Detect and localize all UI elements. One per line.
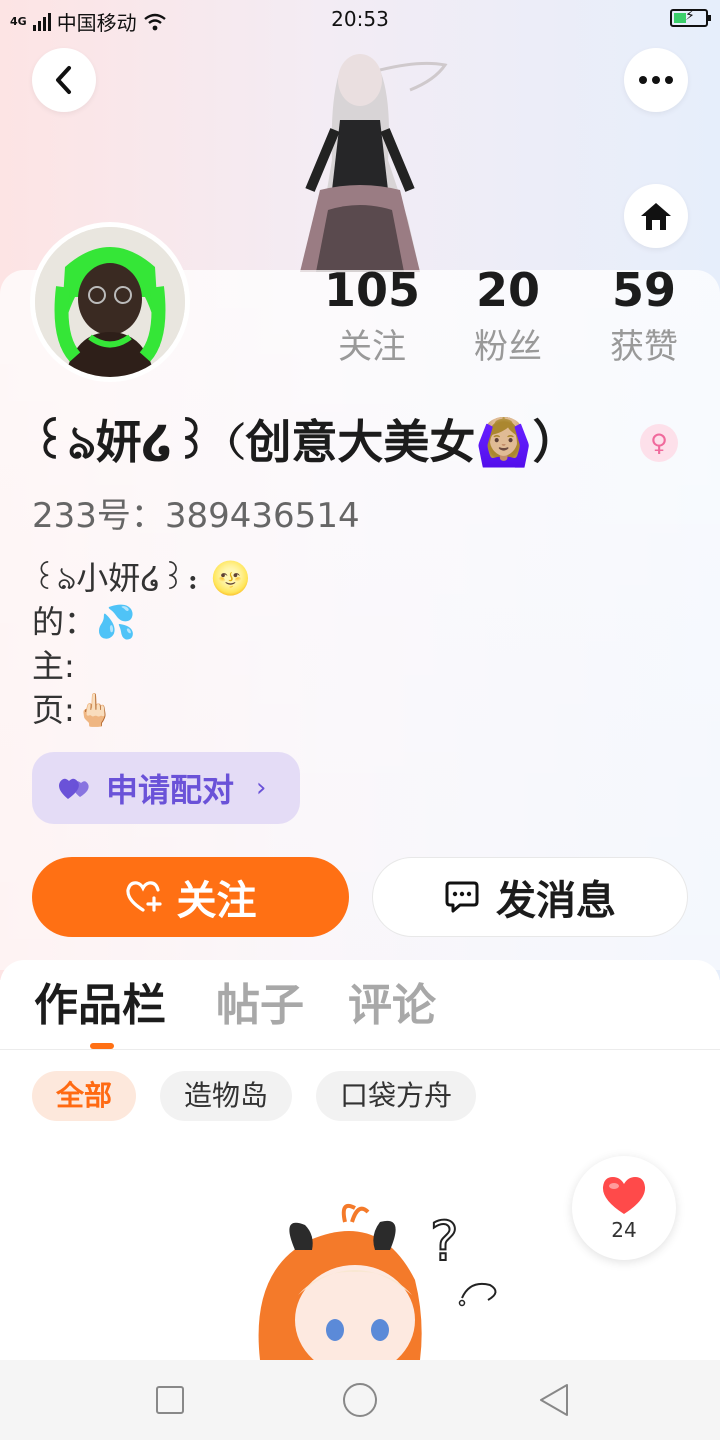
tab-comments[interactable]: 评论 [348,974,436,1038]
bio-line: 的：💦 [32,603,136,641]
stat-followers[interactable]: 20 粉丝 [448,262,568,372]
triangle-back-icon [540,1384,568,1416]
chat-bubble-icon [445,881,479,913]
hearts-icon [59,778,89,799]
following-count: 105 [323,263,421,317]
cover-character-image [300,54,448,272]
like-count: 24 [611,1218,637,1242]
stat-likes[interactable]: 59 获赞 [584,262,704,372]
more-button[interactable] [624,48,688,112]
chevron-right-icon: › [256,773,267,803]
tab-works[interactable]: 作品栏 [34,974,166,1038]
follow-label: 关注 [176,878,257,924]
send-message-label: 发消息 [496,878,616,924]
bio-line: 页:🖕🏻 [32,691,115,729]
filter-pocket-ark[interactable]: 口袋方舟 [316,1071,476,1121]
home-button[interactable] [624,184,688,248]
likes-label: 获赞 [610,327,678,367]
more-dots-icon [639,76,673,84]
clock: 20:53 [331,7,389,31]
avatar-image [35,227,185,377]
send-message-button[interactable]: 发消息 [372,857,688,937]
battery-icon: ⚡ [670,8,711,27]
heart-plus-icon [125,881,162,912]
tab-divider [0,1049,720,1050]
back-button[interactable] [32,48,96,112]
follow-button[interactable]: 关注 [32,857,349,937]
followers-label: 粉丝 [474,327,542,367]
tab-posts[interactable]: 帖子 [216,974,304,1038]
bio-line: 主: [32,647,75,685]
filter-creation-island[interactable]: 造物岛 [160,1071,292,1121]
home-icon [641,203,671,230]
heart-icon [602,1177,646,1214]
profile-bio: ꒰ঌ小妍໒꒱：🌝 的：💦 主: 页:🖕🏻 [32,556,251,732]
svg-text:?: ? [430,1210,459,1273]
avatar[interactable] [30,222,190,382]
recent-apps-button[interactable] [150,1380,190,1420]
system-nav-bar [0,1360,720,1440]
status-bar: 4G 中国移动 20:53 ⚡ [0,0,720,40]
likes-count: 59 [611,263,676,317]
system-back-button[interactable] [534,1380,574,1420]
gender-female-icon: ♀ [640,424,678,462]
bio-line: ꒰ঌ小妍໒꒱：🌝 [32,559,251,597]
stat-following[interactable]: 105 关注 [312,262,432,372]
chevron-left-icon [56,66,71,94]
mascot-illustration: ? [258,1203,497,1360]
filter-all[interactable]: 全部 [32,1071,136,1121]
followers-count: 20 [475,263,540,317]
system-home-button[interactable] [340,1380,380,1420]
like-button[interactable]: 24 [572,1156,676,1260]
square-icon [156,1386,184,1414]
following-label: 关注 [338,327,406,367]
profile-nickname: ꒰ঌ妍໒꒱（创意大美女🙆🏼‍♀️） [32,415,579,469]
circle-icon [343,1383,377,1417]
apply-pair-label: 申请配对 [106,771,235,809]
apply-pair-button[interactable]: 申请配对 › [32,752,300,824]
user-id: 233号：389436514 [32,496,360,536]
